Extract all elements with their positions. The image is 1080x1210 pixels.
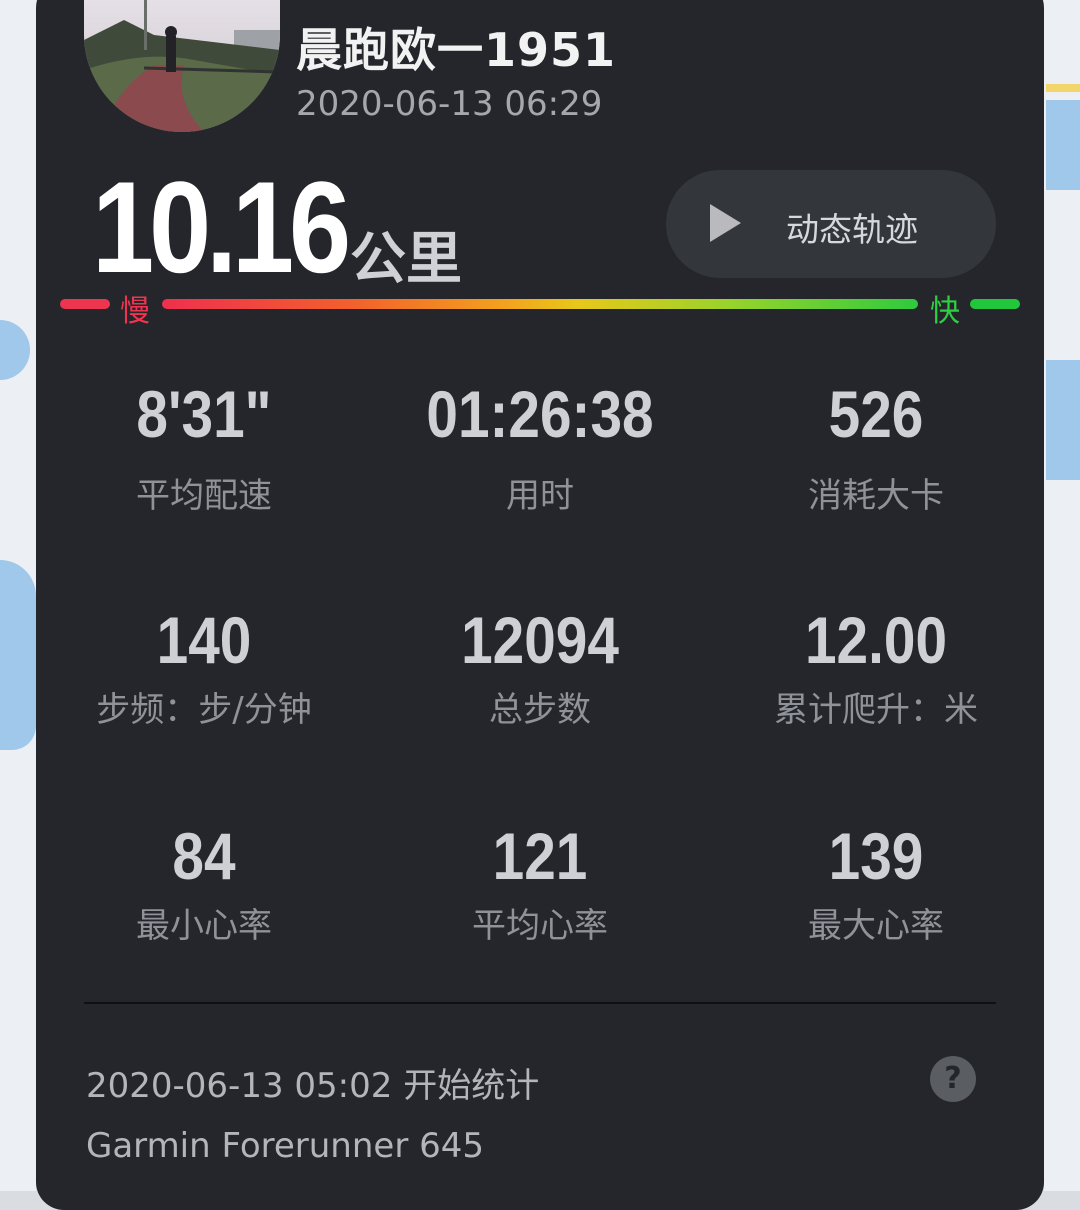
- stat-value: 12.00: [804, 603, 948, 677]
- activity-title: 晨跑欧一1951: [296, 23, 617, 77]
- stat-label: 平均配速: [136, 476, 272, 516]
- stat-label: 最大心率: [808, 906, 944, 946]
- stat-avg-hr: 121 平均心率: [372, 818, 708, 947]
- stat-value: 140: [156, 603, 252, 677]
- pace-gradient-bar: [162, 299, 918, 309]
- stat-total-steps: 12094 总步数: [372, 602, 708, 731]
- stat-label: 步频：步/分钟: [96, 690, 312, 730]
- activity-datetime: 2020-06-13 06:29: [296, 84, 603, 124]
- stat-value: 121: [492, 819, 588, 893]
- stat-elevation-gain: 12.00 累计爬升：米: [708, 602, 1044, 731]
- replay-track-label: 动态轨迹: [786, 210, 918, 249]
- help-icon[interactable]: ?: [930, 1056, 976, 1102]
- play-icon: [710, 204, 741, 242]
- stat-label: 平均心率: [472, 906, 608, 946]
- pace-fast-segment: [970, 299, 1020, 309]
- pace-slow-label: 慢: [120, 294, 150, 329]
- pace-slow-segment: [60, 299, 110, 309]
- stat-label: 用时: [506, 476, 574, 516]
- stat-value: 139: [828, 819, 924, 893]
- distance-unit: 公里: [350, 227, 462, 292]
- device-name: Garmin Forerunner 645: [86, 1126, 485, 1166]
- stat-max-hr: 139 最大心率: [708, 818, 1044, 947]
- stat-calories: 526 消耗大卡: [708, 376, 1044, 517]
- stat-value: 526: [828, 377, 924, 451]
- stat-value: 12094: [461, 603, 619, 677]
- stat-label: 最小心率: [136, 906, 272, 946]
- stat-cadence: 140 步频：步/分钟: [36, 602, 372, 731]
- stat-label: 总步数: [489, 690, 591, 730]
- pace-fast-label: 快: [930, 294, 960, 329]
- footer-divider: [84, 1002, 996, 1004]
- replay-track-button[interactable]: 动态轨迹: [666, 170, 996, 278]
- stat-label: 累计爬升：米: [774, 690, 978, 730]
- stat-duration: 01:26:38 用时: [372, 376, 708, 517]
- pace-color-legend: 慢 快: [56, 288, 1024, 329]
- stat-value: 8'31": [136, 377, 272, 451]
- stat-value: 01:26:38: [426, 377, 654, 451]
- stat-min-hr: 84 最小心率: [36, 818, 372, 947]
- stats-start-time: 2020-06-13 05:02 开始统计: [86, 1066, 540, 1106]
- stat-label: 消耗大卡: [808, 476, 944, 516]
- stat-avg-pace: 8'31" 平均配速: [36, 376, 372, 517]
- stat-value: 84: [172, 819, 236, 893]
- distance-value: 10.16: [92, 154, 351, 300]
